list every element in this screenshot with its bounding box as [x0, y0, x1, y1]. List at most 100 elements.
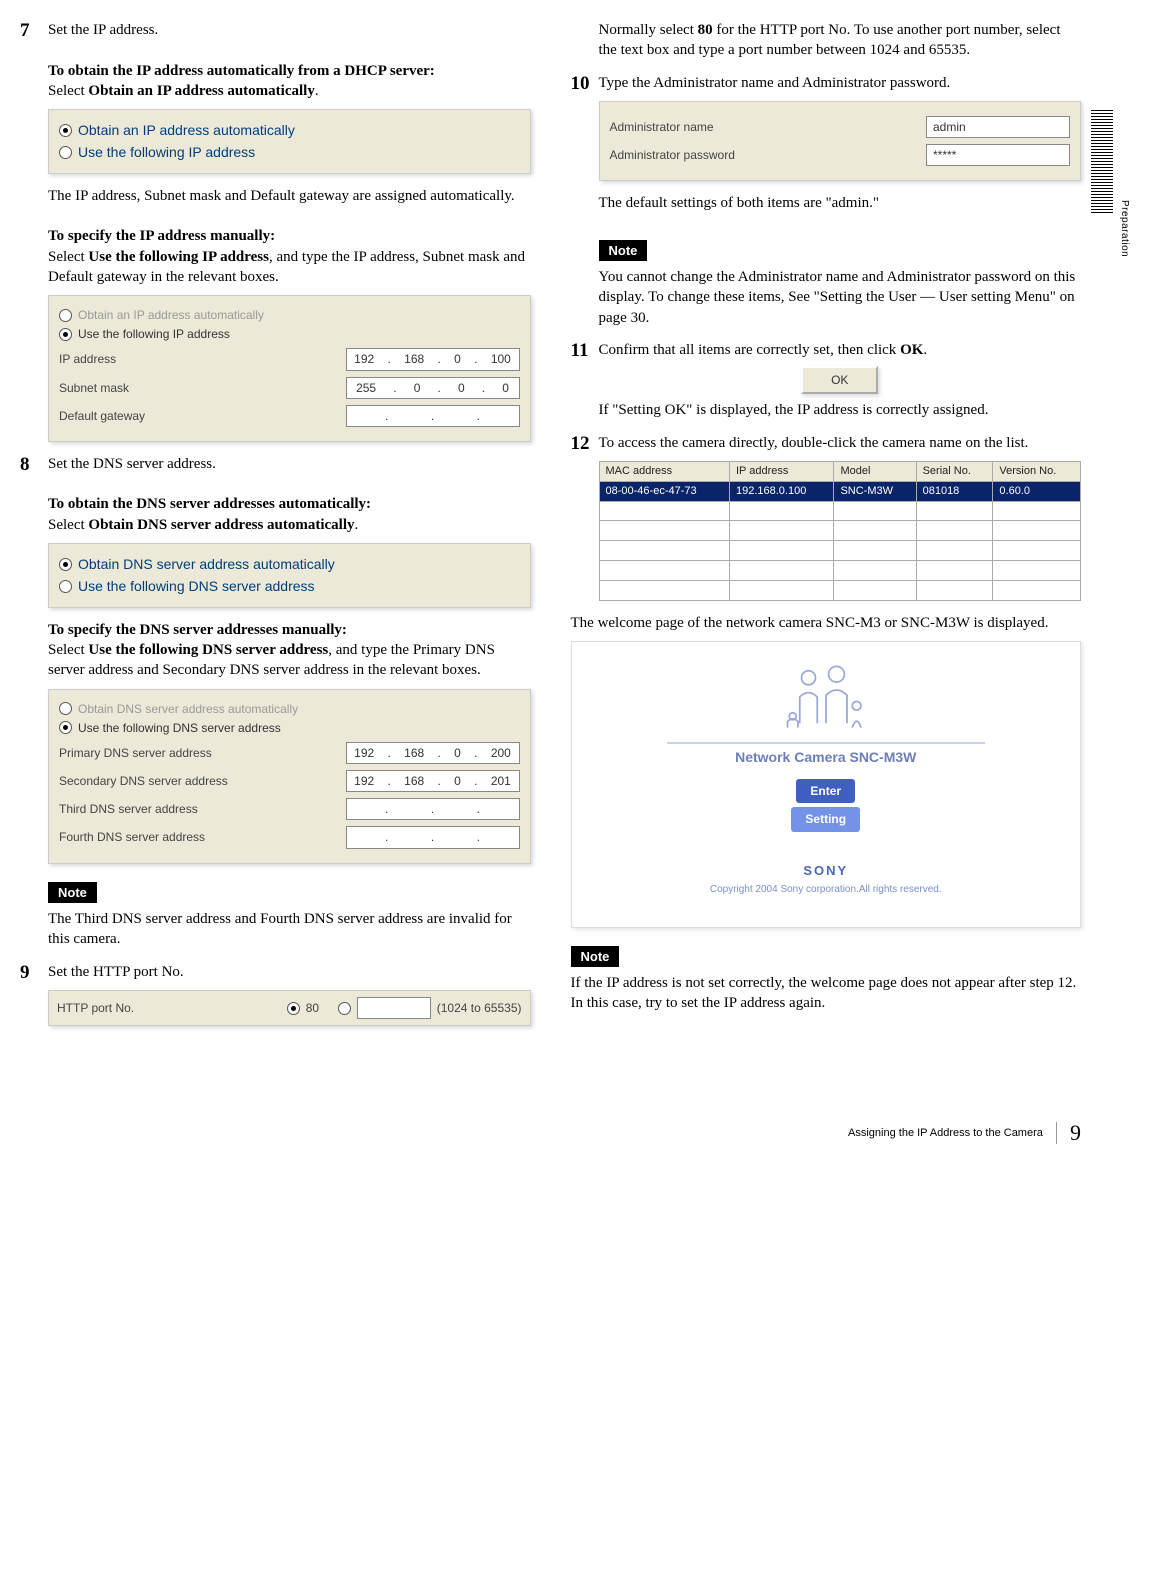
step-11-intro: Confirm that all items are correctly set… [599, 340, 1082, 360]
step-10-intro: Type the Administrator name and Administ… [599, 73, 1082, 93]
step-9-intro: Set the HTTP port No. [48, 962, 531, 982]
radio-label: Use the following IP address [78, 143, 255, 162]
radio-label: Obtain an IP address automatically [78, 307, 264, 323]
radio-icon [59, 124, 72, 137]
radio-icon [59, 721, 72, 734]
figure-dns-auto: Obtain DNS server address automatically … [48, 543, 531, 608]
third-dns-input: ... [346, 798, 520, 820]
label-mask: Subnet mask [59, 380, 129, 396]
heading-dns-manual: To specify the DNS server addresses manu… [48, 620, 531, 640]
octet: 201 [491, 773, 511, 789]
radio-label: Use the following IP address [78, 326, 230, 342]
step-11-after: If "Setting OK" is displayed, the IP add… [599, 400, 1082, 420]
figure-ip-auto: Obtain an IP address automatically Use t… [48, 109, 531, 174]
heading-manual-ip: To specify the IP address manually: [48, 226, 531, 246]
text: Select [48, 642, 88, 658]
label-secondary-dns: Secondary DNS server address [59, 773, 228, 789]
note-dns-text: The Third DNS server address and Fourth … [48, 909, 531, 950]
radio-icon [59, 702, 72, 715]
text-bold: 80 [698, 22, 713, 38]
welcome-paragraph: The welcome page of the network camera S… [571, 613, 1082, 633]
ok-button-figure: OK [801, 366, 878, 394]
octet: 255 [356, 380, 376, 396]
secondary-dns-input: 192. 168. 0. 201 [346, 770, 520, 792]
setting-button: Setting [791, 807, 860, 831]
figure-camera-list: MAC address IP address Model Serial No. … [599, 461, 1082, 601]
label-third-dns: Third DNS server address [59, 801, 198, 817]
radio-icon [59, 146, 72, 159]
col-header: Model [834, 461, 916, 481]
label-primary-dns: Primary DNS server address [59, 745, 212, 761]
octet: 100 [491, 351, 511, 367]
octet: 0 [458, 380, 465, 396]
step-9: 9 Set the HTTP port No. HTTP port No. 80… [48, 962, 531, 1026]
radio-label: Obtain an IP address automatically [78, 121, 295, 140]
label-fourth-dns: Fourth DNS server address [59, 829, 205, 845]
subnet-mask-input: 255. 0. 0. 0 [346, 377, 520, 399]
radio-label: Obtain DNS server address automatically [78, 555, 335, 574]
step-7-intro: Set the IP address. [48, 20, 531, 40]
http-port-input [357, 997, 431, 1019]
text: Normally select [599, 22, 698, 38]
dns-auto-line: Select Obtain DNS server address automat… [48, 515, 531, 535]
text-bold: OK [900, 342, 923, 358]
text: . [355, 517, 359, 533]
figure-welcome-page: Network Camera SNC-M3W Enter Setting SON… [571, 641, 1082, 928]
text: . [923, 342, 927, 358]
cell: 081018 [916, 481, 993, 501]
text: Select [48, 517, 88, 533]
side-thumb-index [1091, 110, 1113, 215]
octet: 0 [502, 380, 509, 396]
sony-logo: SONY [582, 862, 1071, 880]
text: Confirm that all items are correctly set… [599, 342, 901, 358]
step-number: 11 [571, 338, 589, 364]
radio-icon [338, 1002, 351, 1015]
primary-dns-input: 192. 168. 0. 200 [346, 742, 520, 764]
cell: SNC-M3W [834, 481, 916, 501]
table-row-selected: 08-00-46-ec-47-73 192.168.0.100 SNC-M3W … [599, 481, 1081, 501]
radio-label: Use the following DNS server address [78, 577, 315, 596]
http-port-range: (1024 to 65535) [437, 1000, 522, 1016]
manual-ip-line: Select Use the following IP address, and… [48, 247, 531, 288]
step-number: 8 [20, 452, 30, 478]
radio-icon [59, 580, 72, 593]
label-ip: IP address [59, 351, 116, 367]
radio-icon [59, 558, 72, 571]
gateway-input: ... [346, 405, 520, 427]
cell: 192.168.0.100 [729, 481, 833, 501]
welcome-copyright: Copyright 2004 Sony corporation.All righ… [582, 883, 1071, 897]
text: . [315, 83, 319, 99]
octet: 200 [491, 745, 511, 761]
text: Select [48, 83, 88, 99]
admin-default-text: The default settings of both items are "… [599, 193, 1082, 213]
family-icon [781, 662, 871, 732]
figure-dns-manual: Obtain DNS server address automatically … [48, 689, 531, 864]
step-10: 10 Type the Administrator name and Admin… [599, 73, 1082, 328]
step-7: 7 Set the IP address. To obtain the IP a… [48, 20, 531, 442]
octet: 192 [354, 773, 374, 789]
note-label: Note [571, 946, 620, 968]
radio-icon [59, 328, 72, 341]
radio-icon [59, 309, 72, 322]
footer-title: Assigning the IP Address to the Camera [848, 1127, 1043, 1139]
col-header: IP address [729, 461, 833, 481]
figure-ip-manual: Obtain an IP address automatically Use t… [48, 295, 531, 442]
text-bold: Obtain an IP address automatically [88, 83, 314, 99]
octet: 168 [404, 745, 424, 761]
step-number: 9 [20, 960, 30, 986]
ip-address-input: 192. 168. 0. 100 [346, 348, 520, 370]
octet: 192 [354, 351, 374, 367]
step-number: 10 [571, 71, 590, 97]
step-number: 7 [20, 18, 30, 44]
text-bold: Use the following DNS server address [88, 642, 328, 658]
octet: 0 [454, 351, 461, 367]
admin-name-input: admin [926, 116, 1070, 138]
octet: 192 [354, 745, 374, 761]
heading-dhcp: To obtain the IP address automatically f… [48, 61, 531, 81]
text-bold: Use the following IP address [88, 249, 269, 265]
octet: 0 [454, 773, 461, 789]
text: Select [48, 249, 88, 265]
after-fig1: The IP address, Subnet mask and Default … [48, 186, 531, 206]
step-12-intro: To access the camera directly, double-cl… [599, 433, 1082, 453]
col-header: MAC address [599, 461, 729, 481]
